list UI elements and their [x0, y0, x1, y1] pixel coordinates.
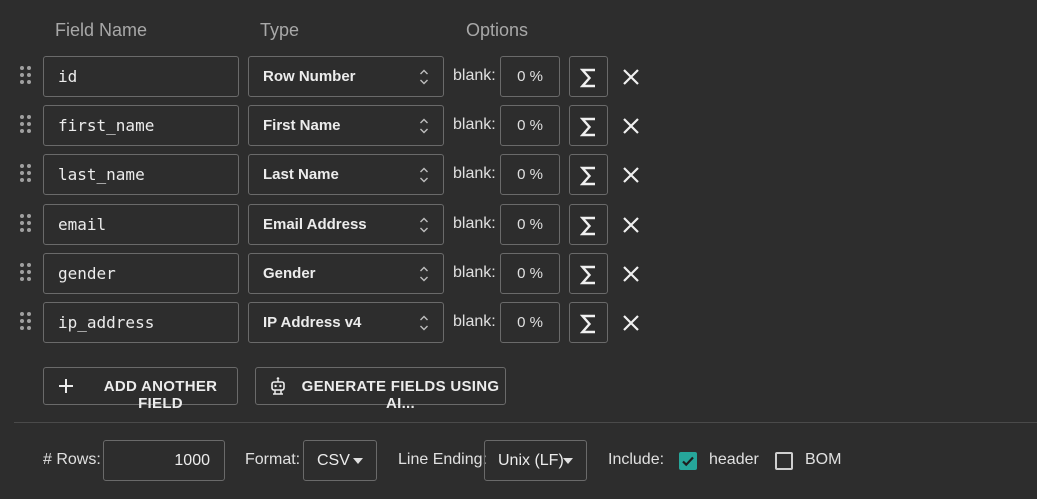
field-type-value: Gender [263, 264, 316, 282]
field-name-input[interactable]: id [43, 56, 239, 97]
format-dropdown[interactable]: CSV [303, 440, 377, 481]
chevron-updown-icon [420, 167, 428, 183]
field-row: last_name Last Name blank: 0 % [0, 154, 700, 203]
field-name-input[interactable]: gender [43, 252, 239, 294]
blank-label: blank: [453, 67, 496, 84]
close-icon[interactable] [621, 67, 641, 87]
drag-handle-icon[interactable] [20, 311, 32, 332]
drag-handle-icon[interactable] [20, 164, 32, 184]
header-checkbox-label: header [709, 451, 759, 468]
field-type-select[interactable]: Row Number [248, 56, 444, 97]
blank-label: blank: [453, 165, 496, 183]
close-icon[interactable] [621, 313, 641, 333]
field-type-select[interactable]: IP Address v4 [248, 301, 444, 343]
close-icon[interactable] [621, 165, 641, 185]
field-name-input[interactable]: email [43, 203, 239, 245]
bom-checkbox-label: BOM [805, 451, 842, 468]
chevron-updown-icon [420, 315, 428, 331]
field-row: email Email Address blank: 0 % [0, 203, 700, 253]
caret-down-icon [353, 458, 363, 464]
column-header-options: Options [466, 20, 529, 40]
line-ending-label: Line Ending: [398, 451, 487, 468]
format-label: Format: [245, 451, 301, 468]
sigma-icon [580, 314, 595, 334]
field-type-select[interactable]: Last Name [248, 154, 444, 196]
field-type-select[interactable]: First Name [248, 105, 444, 147]
field-name-input[interactable]: ip_address [43, 301, 239, 343]
header-checkbox[interactable] [679, 452, 697, 470]
generate-fields-ai-button[interactable]: GENERATE FIELDS USING AI... [255, 367, 506, 412]
chevron-updown-icon [420, 266, 428, 282]
blank-percent-input[interactable]: 0 % [500, 301, 560, 343]
blank-label: blank: [453, 263, 496, 281]
sigma-icon [580, 167, 595, 186]
field-row: gender Gender blank: 0 % [0, 252, 700, 302]
field-name-input[interactable]: last_name [43, 154, 239, 196]
chevron-updown-icon [420, 118, 428, 134]
field-type-select[interactable]: Gender [248, 252, 444, 294]
add-another-field-label: ADD ANOTHER FIELD [103, 378, 218, 412]
field-row: ip_address IP Address v4 blank: 0 % [0, 301, 700, 351]
blank-label: blank: [453, 312, 496, 330]
formula-button[interactable] [569, 203, 608, 245]
rows-count-input[interactable]: 1000 [103, 440, 225, 481]
chevron-updown-icon [420, 69, 428, 85]
field-type-select[interactable]: Email Address [248, 203, 444, 245]
field-row: first_name First Name blank: 0 % [0, 105, 700, 154]
blank-label: blank: [453, 214, 496, 232]
plus-icon [59, 379, 73, 393]
blank-percent-input[interactable]: 0 % [500, 105, 560, 147]
drag-handle-icon[interactable] [20, 262, 32, 283]
sigma-icon [580, 216, 595, 235]
formula-button[interactable] [569, 154, 608, 196]
bom-checkbox[interactable] [775, 452, 793, 470]
section-divider [14, 422, 1037, 423]
drag-handle-icon[interactable] [20, 213, 32, 234]
generate-fields-ai-label: GENERATE FIELDS USING AI... [301, 378, 500, 412]
sigma-icon [580, 117, 595, 137]
line-ending-value: Unix (LF) [498, 452, 564, 469]
column-header-type: Type [260, 20, 300, 40]
field-type-value: IP Address v4 [263, 313, 362, 331]
close-icon[interactable] [621, 264, 641, 284]
field-type-value: Last Name [263, 166, 339, 184]
field-list: id Row Number blank: 0 % first_name Firs… [0, 56, 700, 351]
formula-button[interactable] [569, 252, 608, 294]
formula-button[interactable] [569, 301, 608, 343]
blank-percent-input[interactable]: 0 % [500, 154, 560, 196]
add-another-field-button[interactable]: ADD ANOTHER FIELD [43, 367, 238, 412]
chevron-updown-icon [420, 217, 428, 233]
blank-label: blank: [453, 116, 496, 134]
field-name-input[interactable]: first_name [43, 105, 239, 147]
blank-percent-input[interactable]: 0 % [500, 56, 560, 97]
drag-handle-icon[interactable] [20, 115, 32, 135]
line-ending-dropdown[interactable]: Unix (LF) [484, 440, 587, 481]
include-label: Include: [608, 451, 665, 468]
field-type-value: Email Address [263, 215, 367, 233]
close-icon[interactable] [621, 116, 641, 136]
drag-handle-icon[interactable] [20, 66, 32, 86]
field-type-value: First Name [263, 117, 341, 135]
blank-percent-input[interactable]: 0 % [500, 252, 560, 294]
caret-down-icon [563, 458, 573, 464]
formula-button[interactable] [569, 105, 608, 147]
column-header-field-name: Field Name [55, 20, 148, 40]
checkmark-icon [682, 456, 694, 467]
rows-label: # Rows: [43, 451, 101, 468]
blank-percent-input[interactable]: 0 % [500, 203, 560, 245]
format-value: CSV [317, 452, 350, 469]
sigma-icon [580, 265, 595, 284]
sigma-icon [580, 68, 595, 88]
field-row: id Row Number blank: 0 % [0, 56, 700, 105]
robot-icon [271, 377, 285, 395]
field-type-value: Row Number [263, 68, 356, 85]
formula-button[interactable] [569, 56, 608, 97]
close-icon[interactable] [621, 215, 641, 235]
